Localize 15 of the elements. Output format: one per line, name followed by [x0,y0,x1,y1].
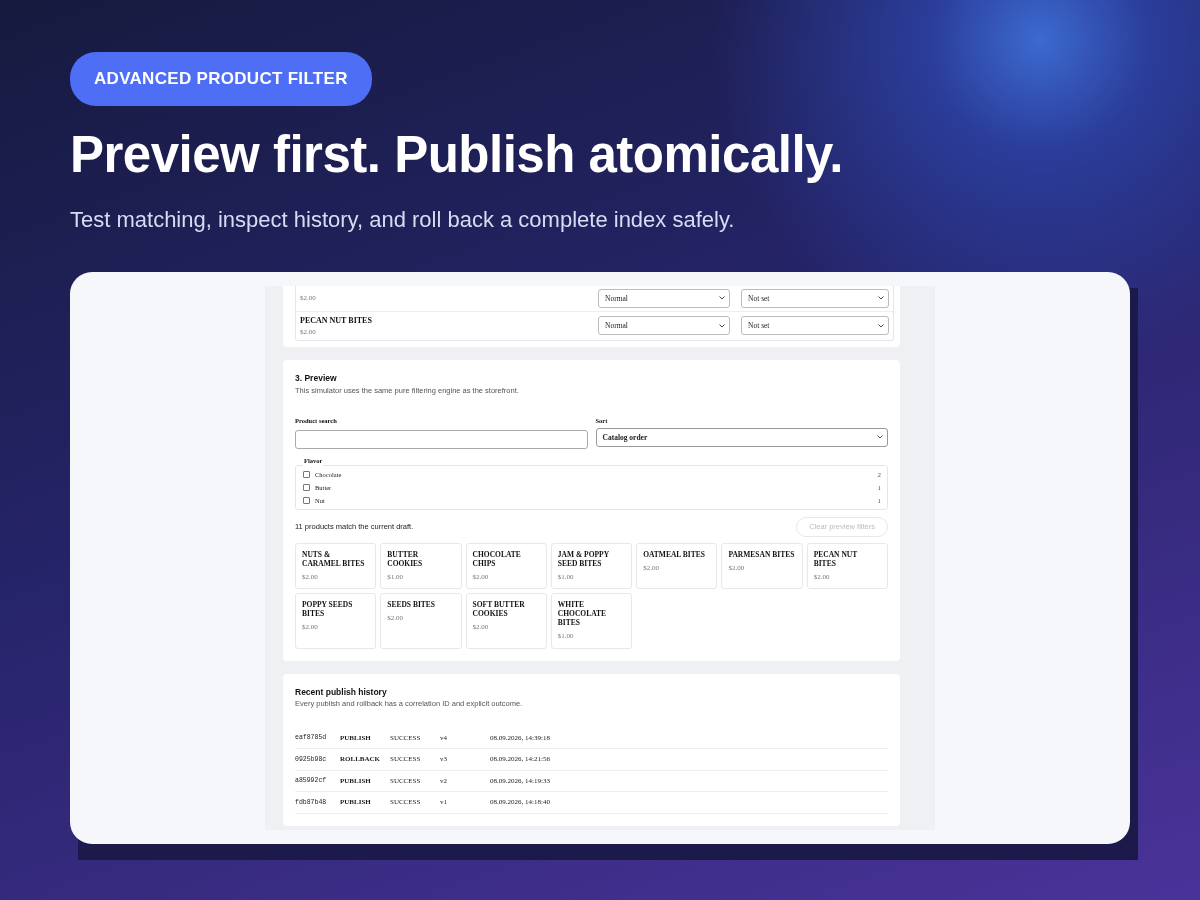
checkbox[interactable] [303,471,310,479]
caret-icon [719,296,725,301]
caret-icon [878,323,884,328]
checkbox[interactable] [303,497,310,505]
caret-icon [719,323,725,328]
section-title: 3. Preview [295,372,338,385]
category-badge: ADVANCED PRODUCT FILTER [70,52,372,106]
caret-icon [877,435,883,440]
search-field[interactable] [295,430,588,450]
subtitle: Test matching, inspect history, and roll back a complete index safely. [70,205,736,234]
caret-icon [878,296,884,301]
section-title: Recent publish history [295,685,388,699]
headline: Preview first. Publish atomically. [70,124,844,185]
checkbox[interactable] [303,484,310,492]
product-name: PECAN NUT BITES [300,314,373,327]
